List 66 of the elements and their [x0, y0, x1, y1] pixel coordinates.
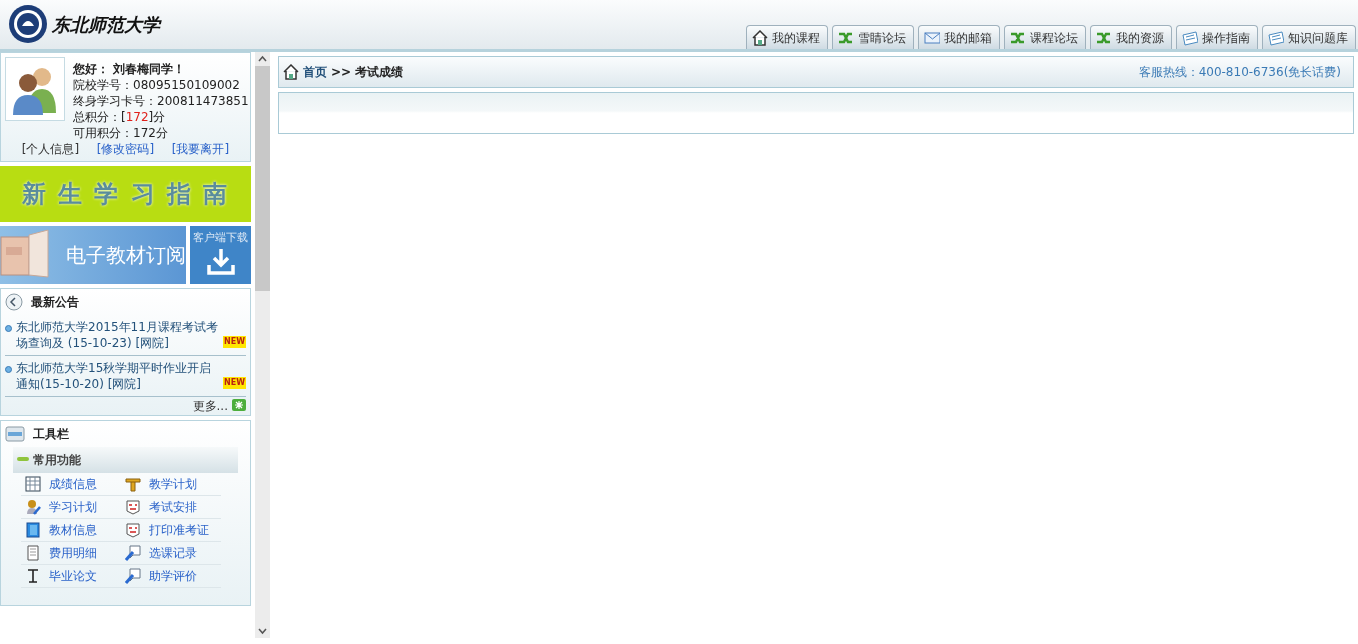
- banner-title: 电子教材订阅: [66, 242, 186, 269]
- section-title: 常用功能: [33, 452, 81, 469]
- note-pencil-icon: [125, 568, 141, 584]
- table-icon: [25, 476, 41, 492]
- book-icon: [25, 522, 41, 538]
- shuffle-icon: [1096, 30, 1112, 46]
- logo-text: 东北师范大学: [52, 12, 160, 37]
- download-icon: [206, 246, 235, 275]
- note-pencil-icon: [125, 545, 141, 561]
- new-badge: NEW: [223, 377, 246, 389]
- notebook-icon: [1182, 30, 1198, 46]
- school-id-text: 院校学号：08095150109002: [73, 77, 241, 93]
- nav-tab[interactable]: 雪睛论坛: [832, 25, 914, 49]
- toolbar-link[interactable]: 助学评价: [149, 567, 197, 585]
- toolbar-title: 工具栏: [33, 426, 69, 443]
- scroll-icon: [25, 545, 41, 561]
- profile-link[interactable]: [个人信息]: [21, 141, 80, 157]
- minus-icon: [17, 457, 29, 463]
- notebook-icon: [1268, 30, 1284, 46]
- university-seal-icon: [8, 4, 48, 44]
- breadcrumb-current: 考试成绩: [355, 64, 404, 81]
- shuffle-icon: [838, 30, 854, 46]
- house-icon: [283, 64, 299, 80]
- nav-tab[interactable]: 我的资源: [1090, 25, 1172, 49]
- notice-text[interactable]: 东北师范大学15秋学期平时作业开启通知(15-10-20) [网院]: [16, 360, 219, 392]
- nav-tab[interactable]: 操作指南: [1176, 25, 1258, 49]
- nav-tab[interactable]: 我的邮箱: [918, 25, 1000, 49]
- hotline-text: 客服热线：400-810-6736(免长话费): [1138, 64, 1341, 81]
- download-label: 客户端下载: [193, 230, 248, 246]
- bullet-icon: [5, 366, 12, 373]
- total-points-text: 总积分：[172]分: [73, 109, 167, 125]
- text-icon: [25, 568, 41, 584]
- scrollbar[interactable]: [255, 52, 270, 638]
- shuffle-icon: [1010, 30, 1026, 46]
- nav-tab[interactable]: 知识问题库: [1262, 25, 1356, 49]
- toolbar-link[interactable]: 费用明细: [49, 544, 97, 562]
- toolbar-link[interactable]: 教学计划: [149, 475, 197, 493]
- notice-text[interactable]: 东北师范大学2015年11月课程考试考场查询及 (15-10-23) [网院]: [16, 319, 219, 351]
- nav-tab[interactable]: 我的课程: [746, 25, 828, 49]
- nav-tab[interactable]: 课程论坛: [1004, 25, 1086, 49]
- toolbar-link[interactable]: 学习计划: [49, 498, 97, 516]
- bullet-icon: [5, 325, 12, 332]
- toolbar-link[interactable]: 教材信息: [49, 521, 97, 539]
- more-link[interactable]: 更多...: [192, 397, 228, 415]
- greeting-text: 您好： 刘春梅同学！: [73, 61, 187, 77]
- toolbar-link[interactable]: 成绩信息: [49, 475, 97, 493]
- exam-sheet-icon: [125, 499, 141, 515]
- envelope-icon: [924, 30, 940, 46]
- new-badge: NEW: [223, 336, 246, 348]
- toolbar-link[interactable]: 选课记录: [149, 544, 197, 562]
- home-link[interactable]: 首页: [303, 63, 327, 81]
- person-pencil-icon: [25, 499, 41, 515]
- card-id-text: 终身学习卡号：200811473851: [73, 93, 249, 109]
- toolbar-link[interactable]: 毕业论文: [49, 567, 97, 585]
- breadcrumb-separator: >>: [331, 64, 352, 81]
- toolbox-icon: [5, 425, 25, 443]
- house-icon: [752, 30, 768, 46]
- download-banner[interactable]: 客户端下载: [190, 226, 251, 284]
- profile-link[interactable]: [我要离开]: [171, 141, 230, 157]
- usable-points-text: 可用积分：172分: [73, 125, 169, 141]
- profile-link[interactable]: [修改密码]: [96, 141, 155, 157]
- toolbar-link[interactable]: 打印准考证: [149, 521, 209, 539]
- toolbar-link[interactable]: 考试安排: [149, 498, 197, 516]
- exam-sheet-icon: [125, 522, 141, 538]
- ruler-icon: [125, 476, 141, 492]
- notice-title: 最新公告: [31, 294, 79, 311]
